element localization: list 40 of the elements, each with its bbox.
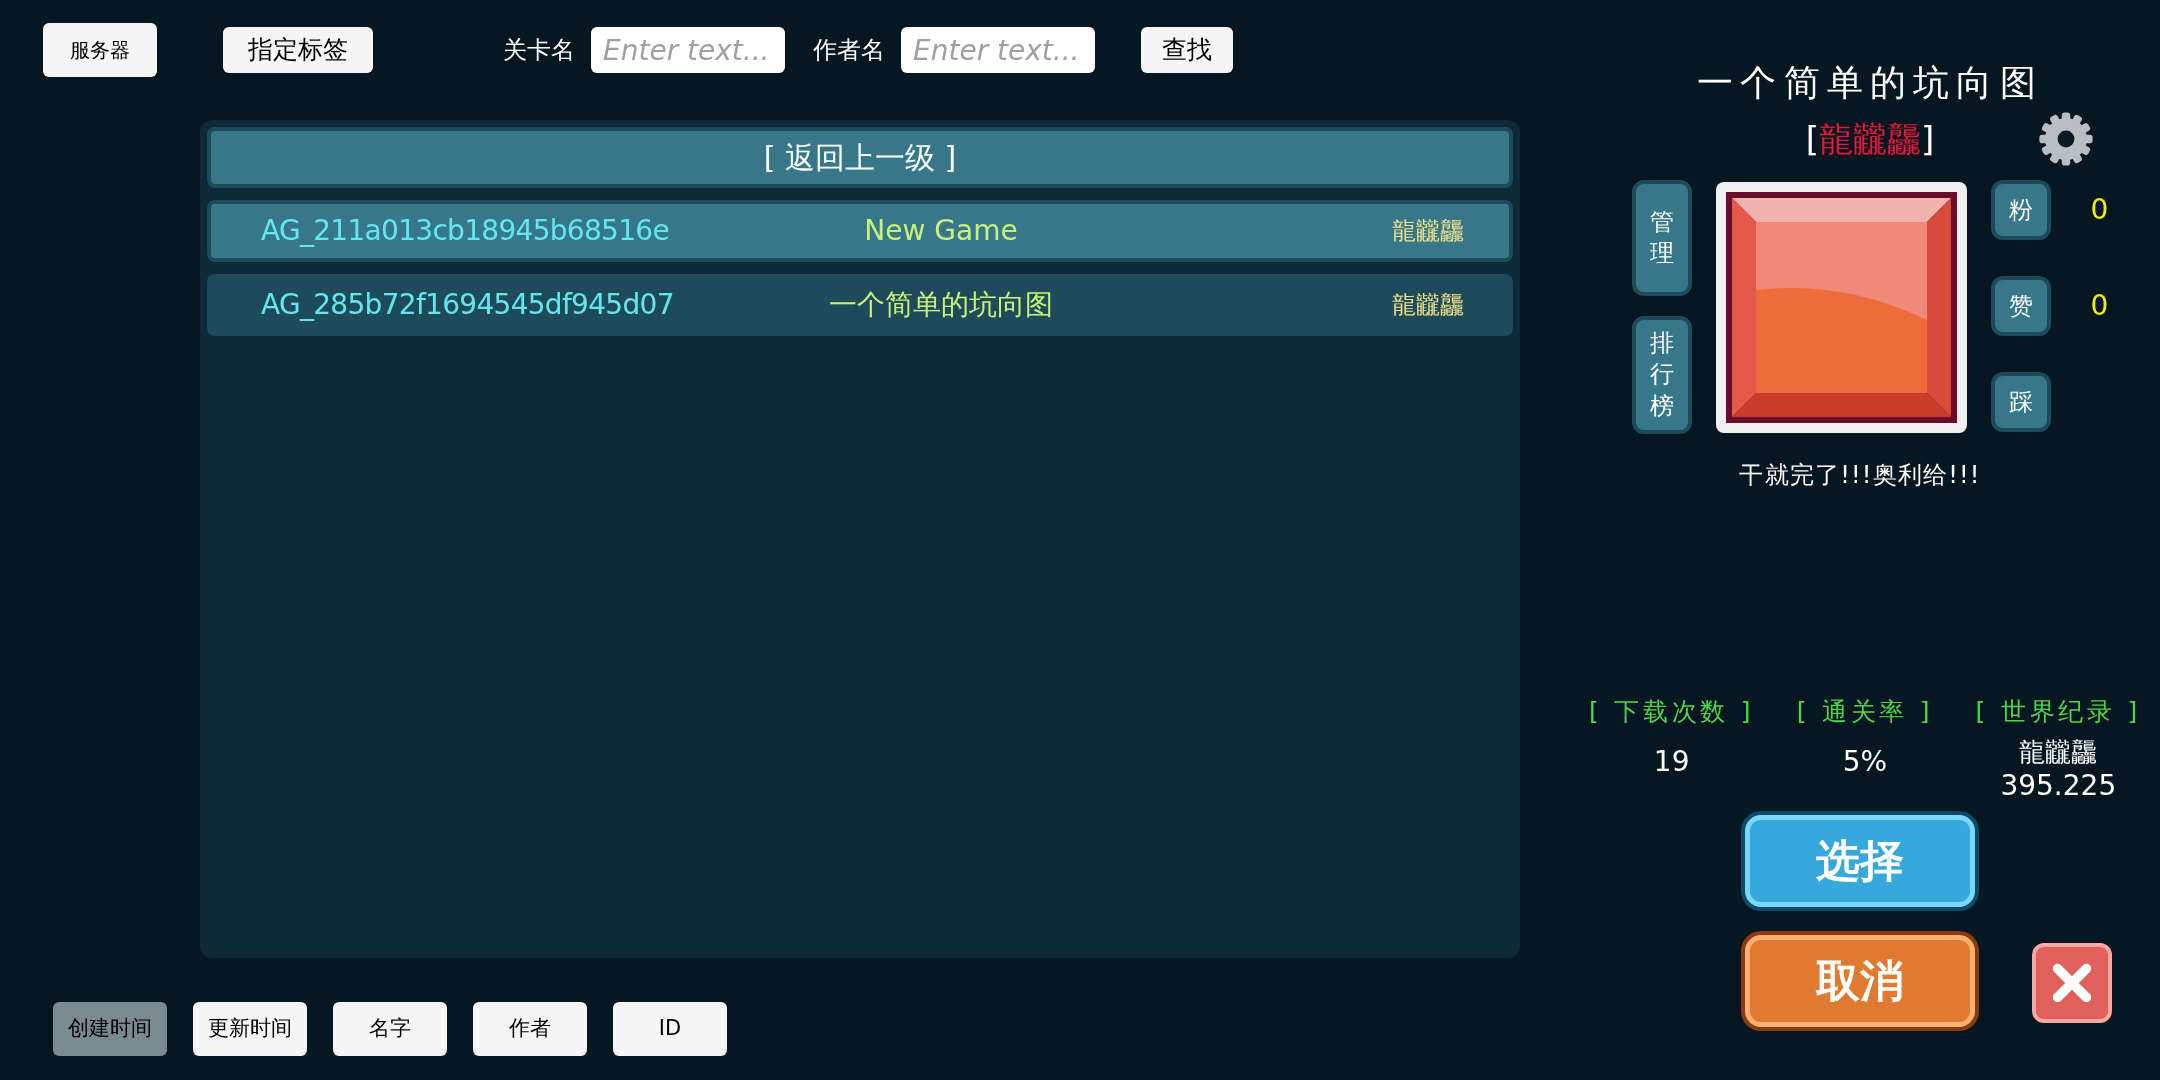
side-button[interactable]: 管理 bbox=[1631, 180, 1692, 296]
tag-button[interactable]: 指定标签 bbox=[223, 27, 373, 73]
close-button[interactable] bbox=[2032, 942, 2112, 1023]
vote-button[interactable]: 踩 bbox=[1990, 372, 2051, 432]
sort-button[interactable]: 名字 bbox=[333, 1002, 447, 1056]
stat-value: 395.225 bbox=[2000, 767, 2117, 804]
stat-value: 5% bbox=[1842, 743, 1888, 780]
vote-button[interactable]: 赞 bbox=[1990, 276, 2051, 336]
stat-label: [ 世界纪录 ] bbox=[1975, 696, 2141, 728]
vote-button[interactable]: 粉 bbox=[1990, 180, 2051, 240]
stat-label: [ 通关率 ] bbox=[1796, 696, 1934, 728]
level-name: 一个简单的坑向图 bbox=[828, 287, 1054, 323]
record-holder: 龍龖龘 bbox=[2019, 738, 2098, 765]
sort-button[interactable]: 创建时间 bbox=[53, 1002, 167, 1056]
author-name: [龍龖龘] bbox=[1805, 117, 1935, 161]
level-title: 一个简单的坑向图 bbox=[1697, 61, 2043, 105]
level-name: New Game bbox=[863, 213, 1019, 249]
stat-value: 19 bbox=[1653, 743, 1690, 780]
level-author: 龍龖龘 bbox=[1392, 290, 1464, 321]
level-id: AG_285b72f1694545df945d07 bbox=[261, 287, 675, 323]
level-id: AG_211a013cb18945b68516e bbox=[261, 213, 670, 249]
sort-button[interactable]: ID bbox=[613, 1002, 727, 1056]
level-caption: 干就完了!!!奥利给!!! bbox=[1739, 460, 1981, 491]
side-button[interactable]: 排行榜 bbox=[1631, 316, 1692, 434]
vote-count: 0 bbox=[2090, 192, 2109, 228]
level-row[interactable]: AG_211a013cb18945b68516e New Game 龍龖龘 bbox=[207, 200, 1513, 262]
level-name-field[interactable]: Enter text... bbox=[591, 27, 785, 73]
level-name-label: 关卡名 bbox=[503, 35, 575, 66]
author-name-field[interactable]: Enter text... bbox=[901, 27, 1095, 73]
search-button[interactable]: 查找 bbox=[1141, 27, 1233, 73]
author-name-label: 作者名 bbox=[813, 35, 885, 66]
level-author: 龍龖龘 bbox=[1392, 216, 1464, 247]
back-row[interactable]: [ 返回上一级 ] bbox=[207, 127, 1513, 188]
stat-label: [ 下载次数 ] bbox=[1588, 696, 1755, 728]
gear-icon[interactable] bbox=[2038, 111, 2094, 167]
vote-count: 0 bbox=[2090, 288, 2109, 324]
sort-button[interactable]: 更新时间 bbox=[193, 1002, 307, 1056]
sort-button[interactable]: 作者 bbox=[473, 1002, 587, 1056]
server-button[interactable]: 服务器 bbox=[43, 23, 157, 77]
level-row[interactable]: AG_285b72f1694545df945d07 一个简单的坑向图 龍龖龘 bbox=[207, 274, 1513, 336]
